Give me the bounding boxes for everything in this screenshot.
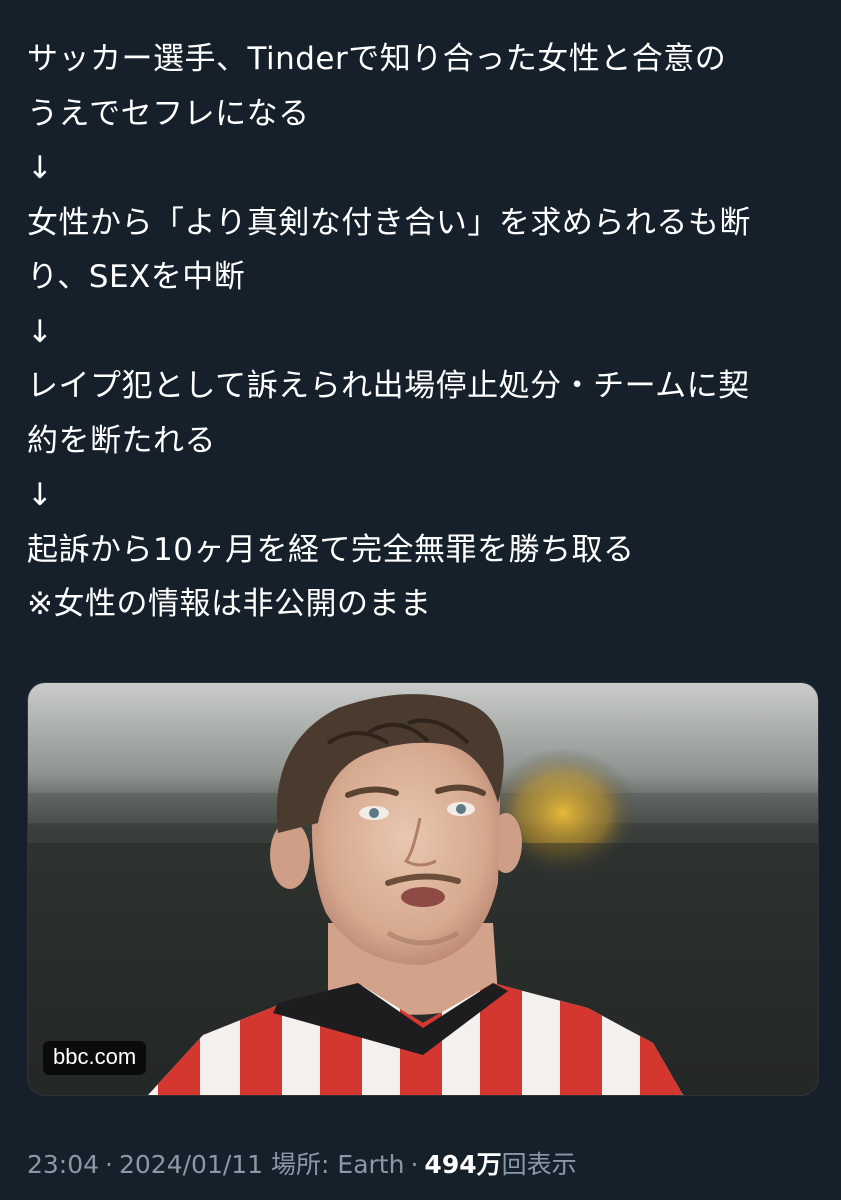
tweet-line: り、SEXを中断: [27, 259, 246, 295]
tweet-line: ※女性の情報は非公開のまま: [27, 586, 432, 622]
separator: ·: [410, 1150, 419, 1179]
tweet-line: 約を断たれる: [27, 422, 216, 459]
tweet-line: サッカー選手、Tinderで知り合った女性と合意の: [27, 41, 727, 77]
tweet-line: レイプ犯として訴えられ出場停止処分・チームに契: [27, 368, 750, 404]
tweet-time[interactable]: 23:04: [27, 1150, 99, 1179]
arrow-down-line: ↓: [27, 150, 54, 186]
arrow-down-line: ↓: [27, 313, 54, 350]
tweet-line: うえでセフレになる: [27, 95, 310, 132]
tweet-line: 起訴から10ヶ月を経て完全無罪を勝ち取る: [27, 531, 635, 568]
tweet-meta: 23:04 · 2024/01/11 場所: Earth · 494万回表示: [27, 1145, 577, 1185]
source-domain-badge: bbc.com: [43, 1041, 147, 1075]
football-player-photo: [28, 683, 818, 1095]
tweet-line: 女性から「より真剣な付き合い」を求められるも断: [27, 204, 751, 241]
views-count[interactable]: 494万: [424, 1150, 501, 1179]
views-label: 回表示: [501, 1150, 577, 1179]
tweet-date[interactable]: 2024/01/11: [119, 1150, 263, 1179]
separator: ·: [105, 1150, 113, 1179]
tweet-text: サッカー選手、Tinderで知り合った女性と合意の うえでセフレになる ↓ 女性…: [27, 32, 827, 632]
tweet-location: 場所: Earth: [271, 1150, 405, 1179]
link-card-image[interactable]: bbc.com: [27, 682, 819, 1096]
arrow-down-line: ↓: [27, 477, 54, 513]
